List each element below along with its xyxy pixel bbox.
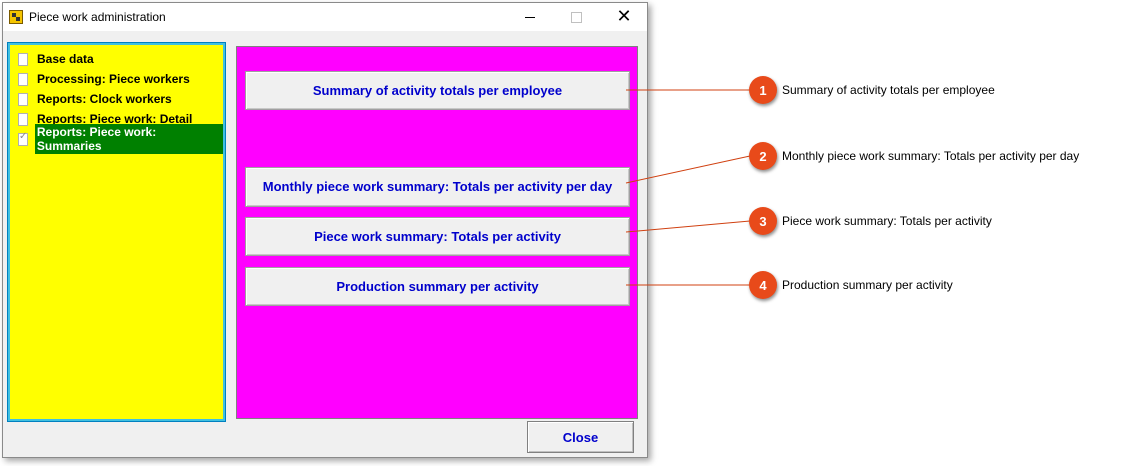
callout-badge-3: 3 [749, 207, 777, 235]
callout-line-3 [625, 220, 751, 233]
callout-badge-4: 4 [749, 271, 777, 299]
callout-badge-2: 2 [749, 142, 777, 170]
callout-text-4: Production summary per activity [782, 278, 953, 292]
callout-badge-1: 1 [749, 76, 777, 104]
callout-text-3: Piece work summary: Totals per activity [782, 214, 992, 228]
callout-text-2: Monthly piece work summary: Totals per a… [782, 149, 1080, 163]
callout-lines [625, 89, 751, 286]
callout-text-1: Summary of activity totals per employee [782, 83, 995, 97]
callout-line-2 [625, 155, 751, 184]
